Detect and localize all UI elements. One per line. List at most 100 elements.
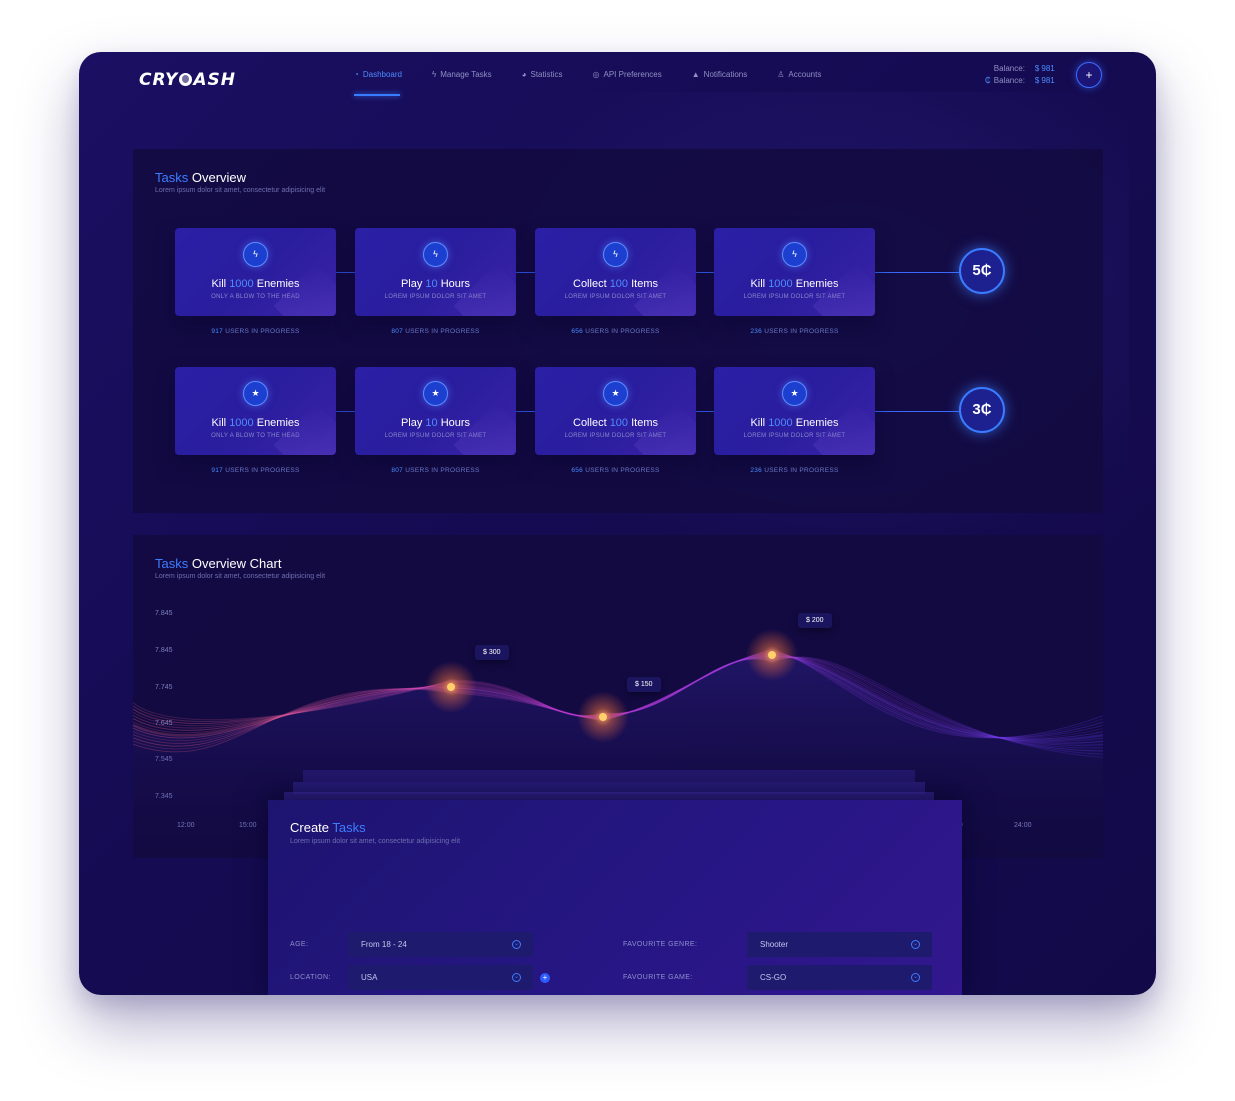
chevron-down-icon[interactable]: ⌄: [911, 973, 920, 982]
task-count: 1000: [229, 417, 254, 429]
users-label: USERS IN PROGRESS: [762, 467, 839, 474]
task-card[interactable]: ★ Kill 1000 Enemies ONLY A BLOW TO THE HEA…: [175, 367, 336, 455]
task-subtitle: ONLY A BLOW TO THE HEAD: [211, 433, 300, 439]
task-card[interactable]: ϟ Kill 1000 Enemies LOREM IPSUM DOLOR SIT …: [714, 228, 875, 316]
task-title: Kill 1000 Enemies: [714, 417, 875, 429]
users-in-progress: 807 USERS IN PROGRESS: [355, 467, 516, 474]
users-label: USERS IN PROGRESS: [583, 467, 660, 474]
nav-accounts[interactable]: ♙ Accounts: [777, 70, 821, 79]
coin-icon: ₵: [985, 76, 991, 85]
field-label: LOCATION:: [290, 974, 331, 981]
task-card[interactable]: ★ Collect 100 Items LOREM IPSUM DOLOR SIT …: [535, 367, 696, 455]
logo-text: ASH: [193, 70, 236, 90]
task-subtitle: LOREM IPSUM DOLOR SIT AMET: [743, 433, 846, 439]
users-label: USERS IN PROGRESS: [403, 467, 480, 474]
field-label: FAVOURITE GENRE:: [623, 941, 698, 948]
balance-label: Balance:: [993, 76, 1025, 85]
task-title-text: Kill: [211, 417, 230, 429]
field-label: FAVOURITE GAME:: [623, 974, 693, 981]
task-count: 1000: [768, 278, 793, 290]
select-value: From 18 - 24: [361, 940, 407, 949]
data-point[interactable]: [599, 713, 607, 721]
task-subtitle: LOREM IPSUM DOLOR SIT AMET: [384, 433, 487, 439]
data-point[interactable]: [447, 683, 455, 691]
task-card[interactable]: ϟ Play 10 Hours LOREM IPSUM DOLOR SIT AMET: [355, 228, 516, 316]
nav-manage-tasks[interactable]: ϟ Manage Tasks: [432, 70, 492, 79]
currency-symbol: $: [1034, 76, 1040, 85]
reward-badge[interactable]: 5₵: [959, 248, 1005, 294]
task-subtitle: LOREM IPSUM DOLOR SIT AMET: [743, 294, 846, 300]
task-title-text: Items: [628, 278, 658, 290]
field-label: AGE:: [290, 941, 309, 948]
task-card[interactable]: ★ Kill 1000 Enemies LOREM IPSUM DOLOR SIT …: [714, 367, 875, 455]
select-favouritegenre[interactable]: Shooter ⌄: [747, 932, 932, 957]
dashboard-icon: ◔: [354, 70, 359, 79]
users-in-progress: 807 USERS IN PROGRESS: [355, 328, 516, 335]
task-card[interactable]: ★ Play 10 Hours LOREM IPSUM DOLOR SIT AMET: [355, 367, 516, 455]
task-card[interactable]: ϟ Collect 100 Items LOREM IPSUM DOLOR SIT …: [535, 228, 696, 316]
reward-badge[interactable]: 3₵: [959, 387, 1005, 433]
app-window: CRY ASH ◔ Dashboard ϟ Manage Tasks ◕ Statistic…: [79, 52, 1156, 995]
select-favouritegame[interactable]: CS-GO ⌄: [747, 965, 932, 990]
chevron-down-icon[interactable]: ⌄: [512, 973, 521, 982]
select-value: Shooter: [760, 940, 789, 949]
task-subtitle: LOREM IPSUM DOLOR SIT AMET: [564, 433, 667, 439]
bolt-icon: ϟ: [243, 242, 268, 267]
task-title-text: Enemies: [253, 278, 300, 290]
task-count: 10: [425, 278, 438, 290]
bolt-icon: ϟ: [431, 70, 437, 79]
star-icon: ★: [782, 381, 807, 406]
modal-stack-layer: [303, 770, 915, 782]
panel-subtitle: Lorem ipsum dolor sit amet, consectetur …: [155, 187, 326, 194]
users-count: 656: [571, 467, 584, 474]
bolt-icon: ϟ: [782, 242, 807, 267]
star-icon: ★: [423, 381, 448, 406]
task-card[interactable]: ϟ Kill 1000 Enemies ONLY A BLOW TO THE HEA…: [175, 228, 336, 316]
balance-row: Balance: $ 981: [985, 63, 1061, 75]
task-count: 1000: [229, 278, 254, 290]
select-value: USA: [361, 973, 378, 982]
task-title: Play 10 Hours: [355, 417, 516, 429]
add-button[interactable]: +: [1076, 62, 1102, 88]
task-title-text: Kill: [211, 278, 230, 290]
globe-icon: [179, 73, 193, 86]
value-tooltip: $ 150: [627, 677, 661, 692]
task-title-text: Play: [400, 417, 426, 429]
users-in-progress: 917 USERS IN PROGRESS: [175, 328, 336, 335]
users-in-progress: 656 USERS IN PROGRESS: [535, 328, 696, 335]
data-point[interactable]: [768, 651, 776, 659]
tasks-overview-panel: Tasks Overview Lorem ipsum dolor sit ame…: [133, 149, 1103, 513]
star-icon: ★: [603, 381, 628, 406]
nav-statistics[interactable]: ◕ Statistics: [522, 70, 563, 79]
star-icon: ★: [243, 381, 268, 406]
users-count: 807: [391, 328, 404, 335]
nav-label: API Preferences: [603, 70, 662, 79]
users-count: 656: [571, 328, 584, 335]
nav-dashboard[interactable]: ◔ Dashboard: [354, 70, 402, 96]
panel-title: Tasks Overview: [155, 170, 246, 185]
main-nav: ◔ Dashboard ϟ Manage Tasks ◕ Statistics ◎ API P…: [354, 70, 851, 96]
add-icon[interactable]: +: [540, 973, 550, 983]
task-title: Kill 1000 Enemies: [714, 278, 875, 290]
users-count: 236: [750, 467, 763, 474]
task-count: 100: [609, 278, 629, 290]
users-count: 236: [750, 328, 763, 335]
select-age[interactable]: From 18 - 24 ⌄: [348, 932, 533, 957]
chevron-down-icon[interactable]: ⌄: [512, 940, 521, 949]
select-location[interactable]: USA ⌄: [348, 965, 533, 990]
target-icon: ◎: [592, 70, 600, 79]
users-label: USERS IN PROGRESS: [403, 328, 480, 335]
users-label: USERS IN PROGRESS: [583, 328, 660, 335]
users-in-progress: 236 USERS IN PROGRESS: [714, 328, 875, 335]
chevron-down-icon[interactable]: ⌄: [911, 940, 920, 949]
logo-text: CRY: [139, 70, 179, 90]
value-tooltip: $ 200: [798, 613, 832, 628]
nav-api-preferences[interactable]: ◎ API Preferences: [593, 70, 662, 79]
users-label: USERS IN PROGRESS: [223, 467, 300, 474]
logo[interactable]: CRY ASH: [139, 70, 236, 90]
task-title: Collect 100 Items: [535, 278, 696, 290]
nav-label: Dashboard: [362, 70, 402, 79]
nav-label: Notifications: [703, 70, 748, 79]
nav-notifications[interactable]: ▲ Notifications: [692, 70, 748, 79]
task-count: 100: [609, 417, 629, 429]
